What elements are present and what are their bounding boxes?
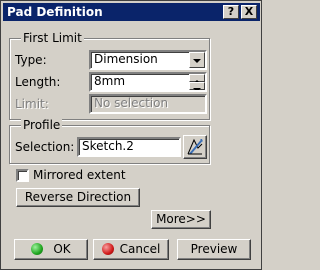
profile-label: Profile — [21, 118, 63, 132]
window-title: Pad Definition — [7, 5, 103, 19]
ok-button[interactable]: OK — [14, 239, 88, 260]
type-dropdown[interactable]: Dimension — [89, 50, 207, 70]
spin-up-button[interactable] — [189, 74, 205, 84]
selection-label: Selection: — [15, 140, 75, 154]
length-label: Length: — [15, 75, 61, 89]
mirrored-extent-label[interactable]: Mirrored extent — [33, 167, 126, 183]
title-bar[interactable]: Pad Definition ? X — [3, 3, 260, 21]
limit-field: No selection — [89, 94, 207, 114]
reverse-direction-button[interactable]: Reverse Direction — [16, 188, 140, 207]
length-value: 8mm — [94, 74, 126, 88]
selection-value: Sketch.2 — [82, 139, 134, 153]
preview-button[interactable]: Preview — [177, 239, 251, 260]
limit-label: Limit: — [15, 97, 49, 111]
length-input[interactable]: 8mm — [89, 72, 207, 92]
arrow-down-icon — [193, 88, 201, 90]
type-label: Type: — [15, 53, 47, 67]
ok-label: OK — [53, 242, 71, 256]
dropdown-arrow-button[interactable] — [189, 52, 205, 68]
close-button[interactable]: X — [241, 5, 257, 19]
more-button[interactable]: More>> — [151, 210, 211, 229]
limit-value: No selection — [94, 96, 169, 110]
sketcher-icon — [187, 138, 203, 155]
pad-definition-dialog: Pad Definition ? X First Limit Type: Dim… — [0, 0, 262, 270]
selection-field[interactable]: Sketch.2 — [77, 137, 181, 157]
spin-down-button[interactable] — [189, 82, 205, 90]
type-value: Dimension — [94, 52, 158, 66]
ok-icon — [31, 243, 44, 255]
cancel-icon — [101, 243, 114, 255]
first-limit-label: First Limit — [21, 31, 84, 45]
cancel-label: Cancel — [119, 242, 161, 256]
chevron-down-icon — [193, 59, 201, 63]
cancel-button[interactable]: Cancel — [93, 239, 169, 260]
help-button[interactable]: ? — [223, 5, 239, 19]
mirrored-extent-checkbox[interactable] — [16, 169, 29, 182]
sketch-button[interactable] — [183, 135, 207, 159]
